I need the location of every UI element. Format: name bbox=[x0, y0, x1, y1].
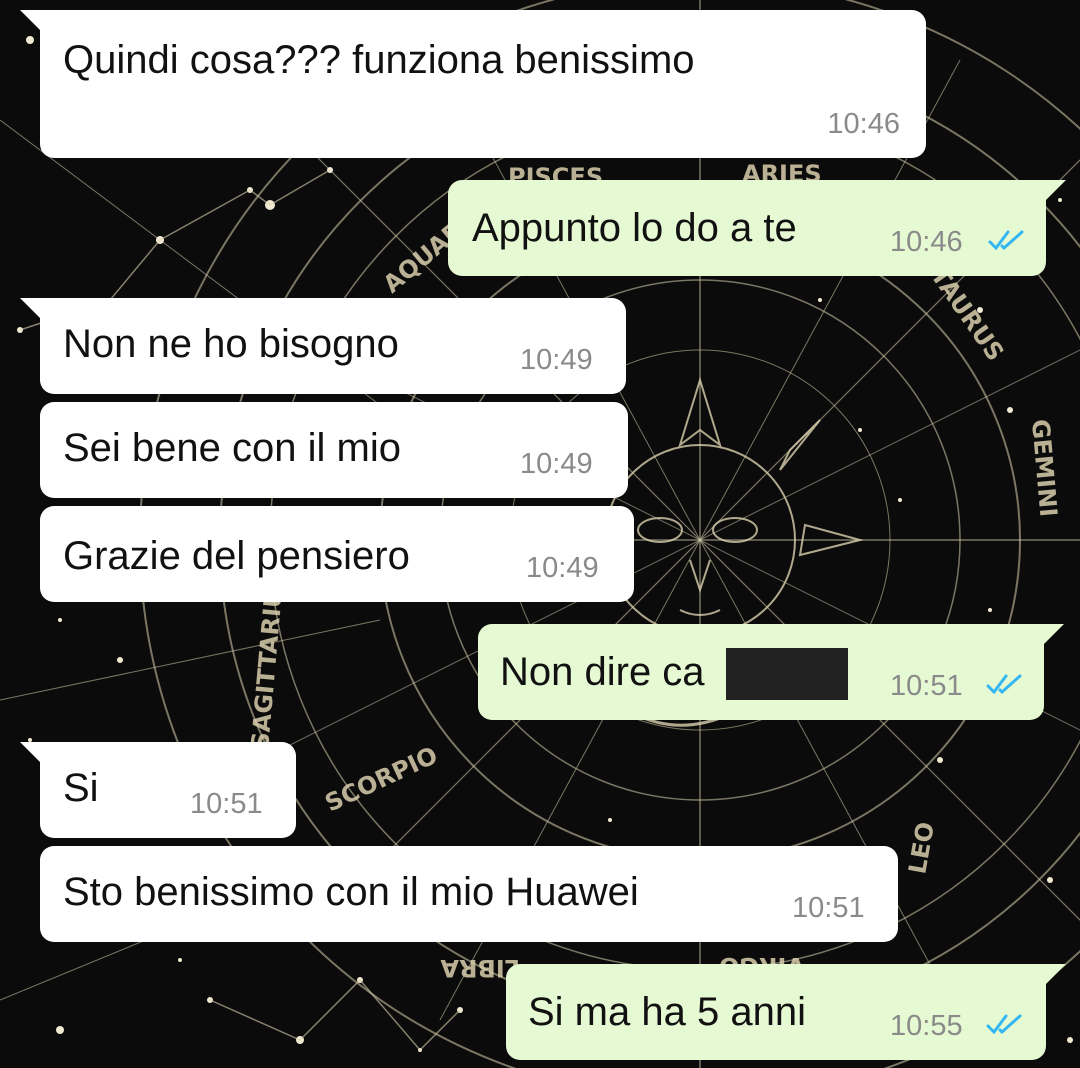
redaction-box bbox=[726, 648, 848, 700]
message-time: 10:49 bbox=[520, 344, 593, 376]
message-text: Non ne ho bisogno bbox=[63, 322, 399, 366]
message-bubble-outgoing[interactable]: Si ma ha 5 anni 10:55 bbox=[506, 964, 1066, 1060]
message-time: 10:46 bbox=[890, 226, 963, 258]
message-time: 10:46 bbox=[827, 108, 900, 140]
message-bubble-incoming[interactable]: Si 10:51 bbox=[20, 742, 296, 838]
message-text: Sto benissimo con il mio Huawei bbox=[63, 870, 639, 914]
message-time: 10:49 bbox=[526, 552, 599, 584]
message-text: Appunto lo do a te bbox=[472, 206, 797, 250]
message-bubble-incoming[interactable]: Sto benissimo con il mio Huawei 10:51 bbox=[40, 846, 898, 942]
message-time: 10:49 bbox=[520, 448, 593, 480]
message-bubble-outgoing[interactable]: Appunto lo do a te 10:46 bbox=[448, 180, 1066, 276]
message-text: Si bbox=[63, 766, 99, 810]
message-time: 10:51 bbox=[190, 788, 263, 820]
message-time: 10:51 bbox=[890, 670, 963, 702]
message-bubble-incoming[interactable]: Non ne ho bisogno 10:49 bbox=[20, 298, 626, 394]
message-bubble-incoming[interactable]: Grazie del pensiero 10:49 bbox=[40, 506, 634, 602]
message-text: Sei bene con il mio bbox=[63, 426, 401, 470]
message-text: Si ma ha 5 anni bbox=[528, 990, 806, 1034]
read-receipt-icon bbox=[986, 674, 1022, 695]
message-bubble-incoming[interactable]: Quindi cosa??? funziona benissimo 10:46 bbox=[20, 10, 926, 158]
message-text: Non dire ca bbox=[500, 650, 705, 694]
message-time: 10:51 bbox=[792, 892, 865, 924]
message-text: Grazie del pensiero bbox=[63, 534, 410, 578]
message-bubble-incoming[interactable]: Sei bene con il mio 10:49 bbox=[40, 402, 628, 498]
message-time: 10:55 bbox=[890, 1010, 963, 1042]
read-receipt-icon bbox=[986, 1014, 1022, 1035]
message-bubble-outgoing[interactable]: Non dire ca 10:51 bbox=[478, 624, 1064, 720]
message-text: Quindi cosa??? funziona benissimo bbox=[63, 38, 695, 82]
read-receipt-icon bbox=[988, 230, 1024, 251]
